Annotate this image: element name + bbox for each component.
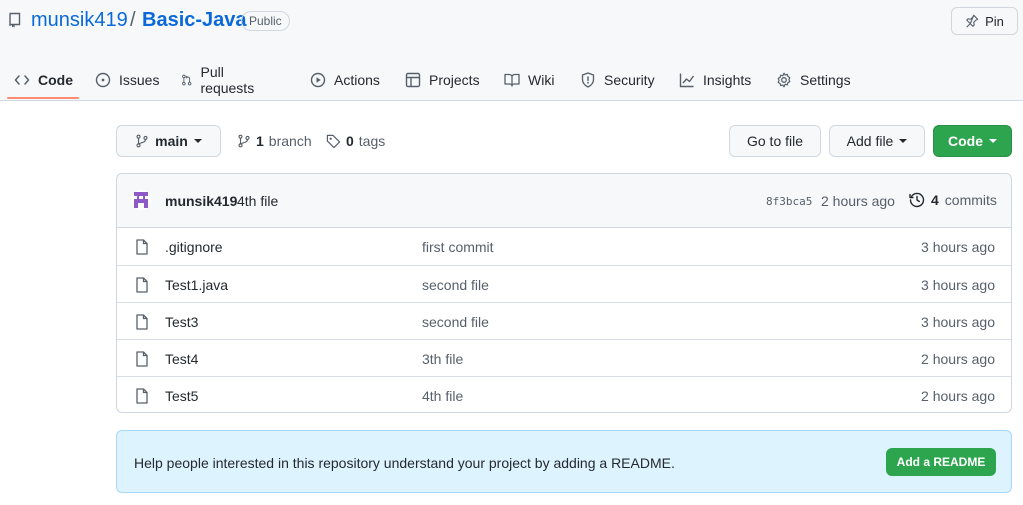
commit-count-label: commits <box>944 192 997 208</box>
commit-time: 2 hours ago <box>821 193 895 209</box>
table-icon <box>405 72 421 88</box>
tab-projects-label: Projects <box>429 72 480 88</box>
file-icon <box>136 351 148 367</box>
visibility-badge: Public <box>241 11 290 31</box>
file-commit-message-link[interactable]: 4th file <box>422 388 463 404</box>
file-commit-message-link[interactable]: second file <box>422 314 489 330</box>
file-row[interactable]: Test4 3th file 2 hours ago <box>117 339 1011 376</box>
pin-label: Pin <box>985 13 1004 29</box>
file-row[interactable]: Test5 4th file 2 hours ago <box>117 376 1011 412</box>
tab-security-label: Security <box>604 72 655 88</box>
tab-projects[interactable]: Projects <box>405 60 480 100</box>
tab-insights-label: Insights <box>703 72 752 88</box>
pin-icon <box>966 14 979 28</box>
repo-path-separator: / <box>130 9 136 31</box>
graph-icon <box>679 73 695 88</box>
repo-icon <box>9 12 21 28</box>
issue-icon <box>95 72 111 88</box>
tab-actions-label: Actions <box>334 72 380 88</box>
file-commit-time: 2 hours ago <box>921 388 995 404</box>
code-icon <box>14 75 30 85</box>
chevron-down-icon <box>989 139 997 143</box>
add-readme-button[interactable]: Add a README <box>886 448 996 476</box>
add-file-label: Add file <box>846 133 894 149</box>
file-row[interactable]: Test3 second file 3 hours ago <box>117 302 1011 339</box>
go-to-file-button[interactable]: Go to file <box>729 125 821 157</box>
branches-link[interactable]: 1 branch <box>237 132 312 150</box>
play-icon <box>310 72 326 88</box>
file-list: munsik419 4th file 8f3bca5 2 hours ago 4… <box>116 173 1012 413</box>
tab-settings-label: Settings <box>800 72 851 88</box>
readme-prompt: Help people interested in this repositor… <box>116 430 1012 493</box>
gear-icon <box>777 72 791 88</box>
tab-security[interactable]: Security <box>580 60 655 100</box>
latest-commit-bar: munsik419 4th file 8f3bca5 2 hours ago 4… <box>117 174 1011 228</box>
commit-count: 4 <box>931 192 939 208</box>
file-commit-message-link[interactable]: 3th file <box>422 351 463 367</box>
repo-name-link[interactable]: Basic-Java <box>142 9 247 32</box>
tag-icon <box>326 134 341 148</box>
readme-prompt-text: Help people interested in this repositor… <box>134 455 675 471</box>
file-icon <box>136 314 148 330</box>
file-commit-message-link[interactable]: second file <box>422 277 489 293</box>
file-row[interactable]: .gitignore first commit 3 hours ago <box>117 228 1011 265</box>
file-name-link[interactable]: Test5 <box>165 388 198 404</box>
tab-settings[interactable]: Settings <box>776 60 851 100</box>
code-button[interactable]: Code <box>933 125 1012 157</box>
tab-issues[interactable]: Issues <box>95 60 159 100</box>
tab-issues-label: Issues <box>119 72 160 88</box>
tab-actions[interactable]: Actions <box>310 60 380 100</box>
tag-count-label: tags <box>358 133 386 149</box>
commit-sha-link[interactable]: 8f3bca5 <box>766 195 812 208</box>
active-tab-indicator <box>7 97 79 99</box>
repo-owner-link[interactable]: munsik419 <box>31 9 128 32</box>
file-commit-message-link[interactable]: first commit <box>422 239 494 255</box>
pin-button[interactable]: Pin <box>951 7 1018 35</box>
branch-selector-label: main <box>155 133 188 149</box>
file-commit-time: 2 hours ago <box>921 351 995 367</box>
branch-icon <box>136 134 148 148</box>
pull-request-icon <box>182 74 192 86</box>
book-icon <box>504 73 520 87</box>
file-icon <box>136 277 148 293</box>
tab-wiki-label: Wiki <box>528 72 555 88</box>
avatar[interactable] <box>131 190 151 210</box>
tab-pull-requests[interactable]: Pull requests <box>181 60 259 100</box>
code-button-label: Code <box>948 133 983 149</box>
tags-link[interactable]: 0 tags <box>326 132 385 150</box>
branch-count: 1 <box>256 133 264 149</box>
commits-link[interactable]: 4 commits <box>909 192 997 208</box>
tab-wiki[interactable]: Wiki <box>504 60 554 100</box>
shield-icon <box>581 72 595 88</box>
file-icon <box>136 239 148 255</box>
tag-count: 0 <box>346 133 354 149</box>
branch-selector-button[interactable]: main <box>116 125 221 157</box>
history-icon <box>909 192 925 208</box>
tab-code-label: Code <box>38 72 73 88</box>
branch-icon <box>238 134 250 148</box>
tab-insights[interactable]: Insights <box>679 60 751 100</box>
go-to-file-label: Go to file <box>746 133 804 149</box>
add-file-button[interactable]: Add file <box>829 125 925 157</box>
chevron-down-icon <box>899 139 908 143</box>
file-name-link[interactable]: Test1.java <box>165 277 228 293</box>
file-name-link[interactable]: Test4 <box>165 351 198 367</box>
chevron-down-icon <box>193 139 202 143</box>
file-icon <box>136 388 148 404</box>
repo-header: munsik419 / Basic-Java Public Pin Code I… <box>0 0 1023 101</box>
file-name-link[interactable]: .gitignore <box>165 239 223 255</box>
file-row[interactable]: Test1.java second file 3 hours ago <box>117 265 1011 302</box>
commit-message-link[interactable]: 4th file <box>237 193 278 209</box>
branch-count-label: branch <box>268 133 312 149</box>
file-commit-time: 3 hours ago <box>921 314 995 330</box>
file-commit-time: 3 hours ago <box>921 239 995 255</box>
file-name-link[interactable]: Test3 <box>165 314 198 330</box>
file-commit-time: 3 hours ago <box>921 277 995 293</box>
commit-author-link[interactable]: munsik419 <box>165 193 237 209</box>
tab-pull-requests-label: Pull requests <box>200 64 255 96</box>
tab-code[interactable]: Code <box>14 60 73 100</box>
